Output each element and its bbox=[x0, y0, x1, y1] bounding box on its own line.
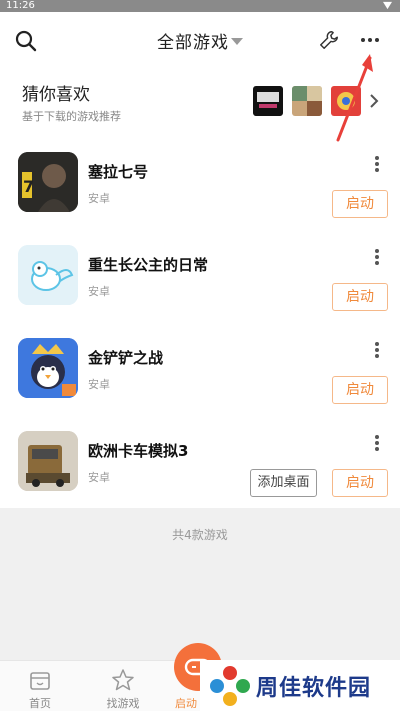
game-list-item[interactable]: 金铲铲之战 安卓 启动 bbox=[0, 338, 400, 431]
launch-button[interactable]: 启动 bbox=[332, 283, 388, 311]
game-icon[interactable]: 7 bbox=[18, 152, 78, 212]
item-menu-button[interactable] bbox=[370, 154, 384, 172]
list-footer: 共4款游戏 bbox=[0, 508, 400, 660]
game-icon[interactable] bbox=[18, 431, 78, 491]
launch-button[interactable]: 启动 bbox=[332, 376, 388, 404]
game-icon[interactable] bbox=[18, 338, 78, 398]
recommend-title: 猜你喜欢 bbox=[22, 85, 90, 105]
item-menu-button[interactable] bbox=[370, 247, 384, 265]
game-count: 共4款游戏 bbox=[172, 528, 228, 542]
dot-icon bbox=[375, 255, 379, 259]
tab-find-games[interactable]: 找游戏 bbox=[93, 661, 153, 711]
launch-button[interactable]: 启动 bbox=[332, 469, 388, 497]
home-icon bbox=[30, 672, 50, 690]
star-icon bbox=[112, 669, 134, 691]
page-title: 全部游戏 bbox=[157, 33, 229, 53]
watermark-logo-icon bbox=[210, 666, 250, 706]
dot-icon bbox=[375, 249, 379, 253]
launch-button[interactable]: 启动 bbox=[332, 190, 388, 218]
item-menu-button[interactable] bbox=[370, 433, 384, 451]
dot-icon bbox=[375, 354, 379, 358]
status-bar: 11:26 bbox=[0, 0, 400, 12]
tab-label: 首页 bbox=[29, 697, 51, 710]
game-name: 欧洲卡车模拟3 bbox=[88, 442, 189, 460]
dot-icon bbox=[375, 168, 379, 172]
dot-icon bbox=[375, 38, 379, 42]
game-name: 塞拉七号 bbox=[88, 163, 149, 181]
svg-text:7: 7 bbox=[23, 177, 34, 196]
game-list-item[interactable]: 重生长公主的日常 安卓 启动 bbox=[0, 245, 400, 338]
status-time: 11:26 bbox=[6, 0, 35, 11]
chevron-right-icon[interactable] bbox=[368, 92, 380, 110]
dot-icon bbox=[368, 38, 372, 42]
dot-icon bbox=[361, 38, 365, 42]
dot-icon bbox=[375, 441, 379, 445]
recommend-row[interactable]: 猜你喜欢 基于下载的游戏推荐 bbox=[0, 70, 400, 136]
recommend-thumb[interactable] bbox=[331, 86, 361, 116]
game-platform: 安卓 bbox=[88, 471, 110, 484]
game-name: 金铲铲之战 bbox=[88, 349, 164, 367]
dot-icon bbox=[375, 348, 379, 352]
recommend-subtitle: 基于下载的游戏推荐 bbox=[22, 110, 121, 123]
wrench-icon[interactable] bbox=[318, 29, 340, 51]
tab-label: 找游戏 bbox=[106, 697, 140, 710]
game-list-item[interactable]: 7 塞拉七号 安卓 启动 bbox=[0, 152, 400, 245]
more-options-button[interactable] bbox=[356, 30, 384, 50]
top-bar: 全部游戏 bbox=[0, 12, 400, 70]
recommend-thumb[interactable] bbox=[292, 86, 322, 116]
watermark: 周佳软件园 bbox=[200, 660, 400, 711]
game-name: 重生长公主的日常 bbox=[88, 256, 209, 274]
tab-home[interactable]: 首页 bbox=[10, 661, 70, 711]
caret-down-icon bbox=[231, 38, 243, 45]
game-platform: 安卓 bbox=[88, 378, 110, 391]
wifi-icon bbox=[383, 1, 392, 10]
dot-icon bbox=[375, 342, 379, 346]
dot-icon bbox=[375, 447, 379, 451]
dot-icon bbox=[375, 156, 379, 160]
add-to-desktop-button[interactable]: 添加桌面 bbox=[250, 469, 317, 497]
dot-icon bbox=[375, 435, 379, 439]
game-icon[interactable] bbox=[18, 245, 78, 305]
game-platform: 安卓 bbox=[88, 285, 110, 298]
game-platform: 安卓 bbox=[88, 192, 110, 205]
recommend-thumb[interactable] bbox=[253, 86, 283, 116]
dot-icon bbox=[375, 162, 379, 166]
game-filter-dropdown[interactable]: 全部游戏 bbox=[0, 28, 400, 53]
dot-icon bbox=[375, 261, 379, 265]
watermark-text: 周佳软件园 bbox=[256, 676, 372, 701]
item-menu-button[interactable] bbox=[370, 340, 384, 358]
